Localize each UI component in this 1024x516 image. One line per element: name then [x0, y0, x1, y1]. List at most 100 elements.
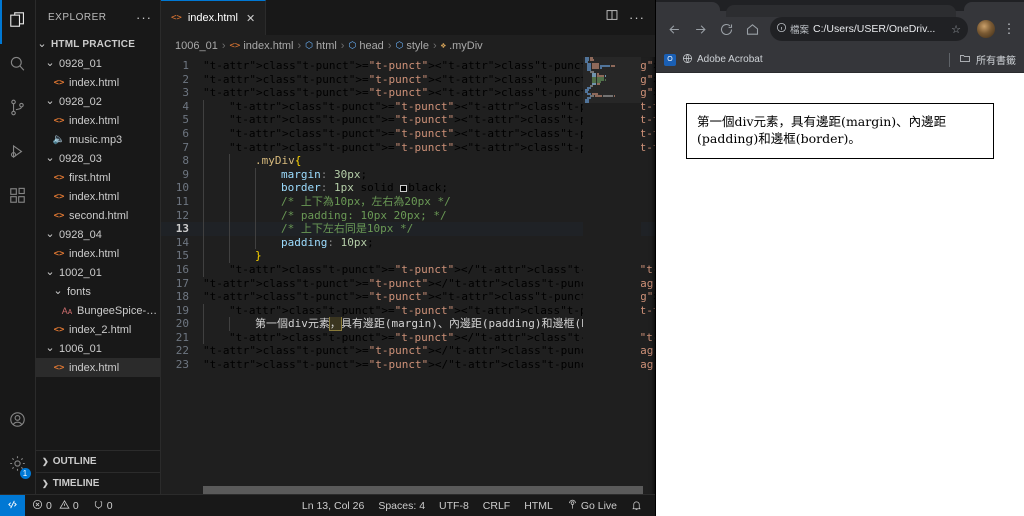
tree-item-index-2-html[interactable]: <> index_2.html	[36, 320, 160, 339]
code-line[interactable]: 15}	[161, 249, 655, 263]
remote-window-button[interactable]	[0, 494, 25, 516]
code-line[interactable]: 22 "t-attr">class"t-punct">="t-punct"></"…	[161, 344, 655, 358]
code-line[interactable]: 12/* padding: 10px 20px; */	[161, 208, 655, 223]
tree-item-1002-01[interactable]: ⌄ 1002_01	[36, 263, 160, 282]
code-line[interactable]: 8 .myDiv{	[161, 154, 655, 168]
activity-item-accounts[interactable]	[0, 400, 36, 444]
code-line[interactable]: 10 border: 1px solid black;	[161, 181, 655, 195]
notifications-bell-icon[interactable]	[624, 495, 649, 516]
tree-item-0928-01[interactable]: ⌄ 0928_01	[36, 54, 160, 73]
code-line[interactable]: 9 margin: 30px;	[161, 167, 655, 182]
browser-tab-1[interactable]	[656, 2, 720, 14]
bookmark-adobe-acrobat[interactable]: Adobe Acrobat	[682, 53, 763, 67]
breadcrumb-item-html[interactable]: ⬡ html	[305, 40, 337, 52]
code-line[interactable]: 19 "t-attr">class"t-punct">="t-punct"><"t…	[161, 303, 655, 318]
horizontal-scroll-thumb[interactable]	[203, 486, 643, 494]
minimap[interactable]	[583, 57, 641, 494]
home-icon[interactable]	[740, 17, 764, 41]
breadcrumb-item-style[interactable]: ⬡ style	[395, 40, 428, 52]
code-line[interactable]: 23 "t-attr">class"t-punct">="t-punct"></"…	[161, 358, 655, 372]
activity-item-source-control[interactable]	[0, 88, 36, 132]
tree-item-first-html[interactable]: <> first.html	[36, 168, 160, 187]
bookmark-star-icon[interactable]: ☆	[948, 23, 964, 36]
activity-item-search[interactable]	[0, 44, 36, 88]
tree-item-index-html[interactable]: <> index.html	[36, 111, 160, 130]
chevron-down-icon[interactable]: ⌄	[44, 58, 56, 69]
go-live-button[interactable]: Go Live	[560, 495, 624, 516]
chevron-down-icon[interactable]: ⌄	[44, 343, 56, 354]
tree-item-index-html[interactable]: <> index.html	[36, 187, 160, 206]
code-line[interactable]: 1 "t-attr">class"t-punct">="t-punct"><"t-…	[161, 59, 655, 73]
tree-item-index-html[interactable]: <> index.html	[36, 244, 160, 263]
tree-item-index-html[interactable]: <> index.html	[36, 358, 160, 377]
editor-vertical-scrollbar[interactable]	[641, 57, 655, 494]
code-line[interactable]: 13/* 上下左右同是10px */	[161, 222, 655, 236]
code-line[interactable]: 3 "t-attr">class"t-punct">="t-punct"><"t-…	[161, 86, 655, 100]
language-mode-status[interactable]: HTML	[517, 495, 560, 516]
breadcrumb-item-mydiv[interactable]: ❖ .myDiv	[441, 40, 483, 52]
chevron-down-icon[interactable]: ⌄	[44, 96, 56, 107]
code-line[interactable]: 17 "t-attr">class"t-punct">="t-punct"></"…	[161, 277, 655, 291]
activity-item-run-and-debug[interactable]	[0, 132, 36, 176]
tree-item-0928-03[interactable]: ⌄ 0928_03	[36, 149, 160, 168]
profile-avatar-icon[interactable]	[974, 17, 998, 41]
forward-arrow-icon[interactable]	[688, 17, 712, 41]
chevron-down-icon[interactable]: ⌄	[44, 153, 56, 164]
tree-item-index-html[interactable]: <> index.html	[36, 73, 160, 92]
code-line[interactable]: 21 "t-attr">class"t-punct">="t-punct"></"…	[161, 330, 655, 345]
panel-outline[interactable]: ❯ OUTLINE	[36, 450, 160, 472]
code-line[interactable]: 20 第一個div元素，具有邊距(margin)、內邊距(padding)和邊框(…	[161, 317, 655, 331]
code-line[interactable]: 6 "t-attr">class"t-punct">="t-punct"><"t-…	[161, 126, 655, 141]
address-bar[interactable]: 檔案 C:/Users/USER/OneDriv... ☆	[770, 17, 968, 41]
site-info-chip[interactable]: 檔案	[776, 22, 809, 36]
code-line[interactable]: 7 "t-attr">class"t-punct">="t-punct"><"t-…	[161, 140, 655, 155]
activity-item-extensions[interactable]	[0, 176, 36, 220]
breadcrumb-item-1006_01[interactable]: 1006_01	[175, 40, 218, 52]
ports-status[interactable]: 0	[86, 495, 120, 516]
more-actions-icon[interactable]: ···	[629, 10, 645, 25]
code-line[interactable]: 18 "t-attr">class"t-punct">="t-punct"><"t…	[161, 290, 655, 304]
tree-item-1006-01[interactable]: ⌄ 1006_01	[36, 339, 160, 358]
eol-status[interactable]: CRLF	[476, 495, 517, 516]
back-arrow-icon[interactable]	[662, 17, 686, 41]
code-line[interactable]: 16 "t-attr">class"t-punct">="t-punct"></"…	[161, 262, 655, 277]
cursor-position[interactable]: Ln 13, Col 26	[295, 495, 371, 516]
code-line[interactable]: 5 "t-attr">class"t-punct">="t-punct"><"t-…	[161, 113, 655, 127]
tree-item-html-practice[interactable]: ⌄ HTML PRACTICE	[36, 35, 160, 54]
activity-item-explorer[interactable]	[0, 0, 36, 44]
code-line[interactable]: 4 "t-attr">class"t-punct">="t-punct"><"t-…	[161, 99, 655, 114]
problems-status[interactable]: 0 0	[25, 495, 86, 516]
breadcrumb-item-indexhtml[interactable]: <> index.html	[230, 40, 294, 52]
minimap-slider[interactable]	[583, 57, 641, 103]
panel-timeline[interactable]: ❯ TIMELINE	[36, 472, 160, 494]
tree-item-0928-02[interactable]: ⌄ 0928_02	[36, 92, 160, 111]
tree-item-bungeespice-regu[interactable]: Aᴀ BungeeSpice-Regu...	[36, 301, 160, 320]
reload-icon[interactable]	[714, 17, 738, 41]
chevron-down-icon[interactable]: ⌄	[44, 229, 56, 240]
browser-tab-2[interactable]	[726, 5, 956, 17]
close-icon[interactable]: ✕	[246, 12, 255, 25]
browser-tab-3[interactable]	[964, 2, 1024, 14]
chevron-down-icon[interactable]: ⌄	[52, 286, 64, 297]
tree-item-music-mp3[interactable]: 🔈 music.mp3	[36, 130, 160, 149]
tree-item-0928-04[interactable]: ⌄ 0928_04	[36, 225, 160, 244]
activity-item-manage[interactable]: 1	[0, 444, 36, 488]
bookmark-office[interactable]: O	[664, 53, 676, 66]
code-line[interactable]: 14 padding: 10px;	[161, 235, 655, 250]
kebab-menu-icon[interactable]: ⋮	[1000, 21, 1018, 37]
tree-item-fonts[interactable]: ⌄ fonts	[36, 282, 160, 301]
editor-horizontal-scrollbar[interactable]	[203, 486, 655, 494]
indentation-status[interactable]: Spaces: 4	[371, 495, 432, 516]
tree-item-second-html[interactable]: <> second.html	[36, 206, 160, 225]
breadcrumb-item-head[interactable]: ⬡ head	[348, 40, 383, 52]
all-bookmarks[interactable]: 所有書籤	[945, 52, 1016, 67]
split-editor-icon[interactable]	[605, 8, 619, 27]
explorer-more-icon[interactable]: ···	[136, 10, 152, 25]
chevron-down-icon[interactable]: ⌄	[36, 39, 48, 50]
code-line[interactable]: 2 "t-attr">class"t-punct">="t-punct"><"t-…	[161, 73, 655, 87]
code-editor[interactable]: 1 "t-attr">class"t-punct">="t-punct"><"t-…	[161, 57, 655, 494]
chevron-down-icon[interactable]: ⌄	[44, 267, 56, 278]
url-text[interactable]: C:/Users/USER/OneDriv...	[813, 23, 944, 35]
encoding-status[interactable]: UTF-8	[432, 495, 476, 516]
tab-index-html[interactable]: <> index.html ✕	[161, 0, 267, 35]
